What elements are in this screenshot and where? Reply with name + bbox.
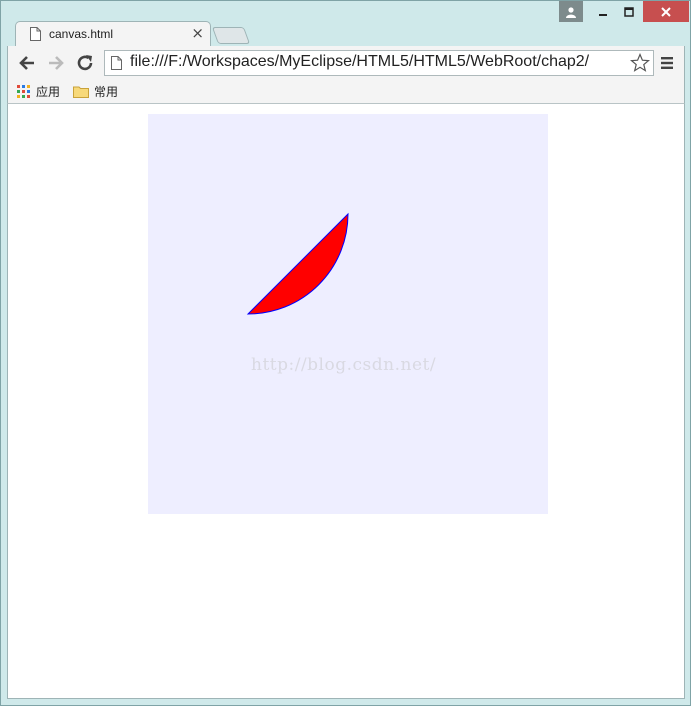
folder-icon	[73, 86, 89, 98]
bookmark-apps[interactable]: 应用	[17, 83, 60, 100]
url-text[interactable]: file:///F:/Workspaces/MyEclipse/HTML5/HT…	[130, 53, 626, 71]
reload-icon[interactable]	[75, 53, 95, 73]
minimize-button[interactable]	[591, 1, 615, 22]
toolbar: file:///F:/Workspaces/MyEclipse/HTML5/HT…	[7, 46, 685, 81]
close-window-button[interactable]	[643, 1, 689, 22]
bookmark-folder-common[interactable]: 常用	[73, 83, 118, 100]
tab-title: canvas.html	[49, 27, 114, 41]
red-arc-segment	[246, 212, 349, 315]
apps-grid-icon	[17, 84, 30, 98]
minimize-icon	[599, 13, 607, 16]
maximize-button[interactable]	[617, 1, 641, 22]
menu-icon[interactable]	[660, 56, 674, 70]
watermark-text: http://blog.csdn.net/	[251, 355, 437, 375]
browser-window: canvas.html × file:///F:/Workspaces/MyEc…	[0, 0, 691, 706]
back-icon[interactable]	[17, 53, 37, 73]
bookmark-label: 常用	[94, 85, 119, 99]
new-tab-button[interactable]	[211, 27, 251, 44]
user-button[interactable]	[559, 1, 583, 22]
maximize-icon	[624, 6, 634, 17]
canvas-drawing	[246, 212, 349, 315]
tab-canvas[interactable]: canvas.html ×	[15, 21, 211, 47]
page-icon	[111, 56, 122, 70]
close-icon	[661, 6, 671, 17]
bookmarks-bar: 应用 常用	[7, 81, 685, 104]
page-icon	[30, 27, 41, 41]
tab-close-icon[interactable]: ×	[191, 24, 204, 42]
bookmark-label: 应用	[36, 85, 61, 99]
forward-icon[interactable]	[46, 53, 66, 73]
address-bar[interactable]: file:///F:/Workspaces/MyEclipse/HTML5/HT…	[104, 50, 654, 76]
user-icon	[566, 6, 576, 18]
canvas-area: http://blog.csdn.net/	[148, 114, 548, 514]
page-viewport: http://blog.csdn.net/	[7, 104, 685, 699]
bookmark-star-icon[interactable]	[630, 53, 650, 73]
